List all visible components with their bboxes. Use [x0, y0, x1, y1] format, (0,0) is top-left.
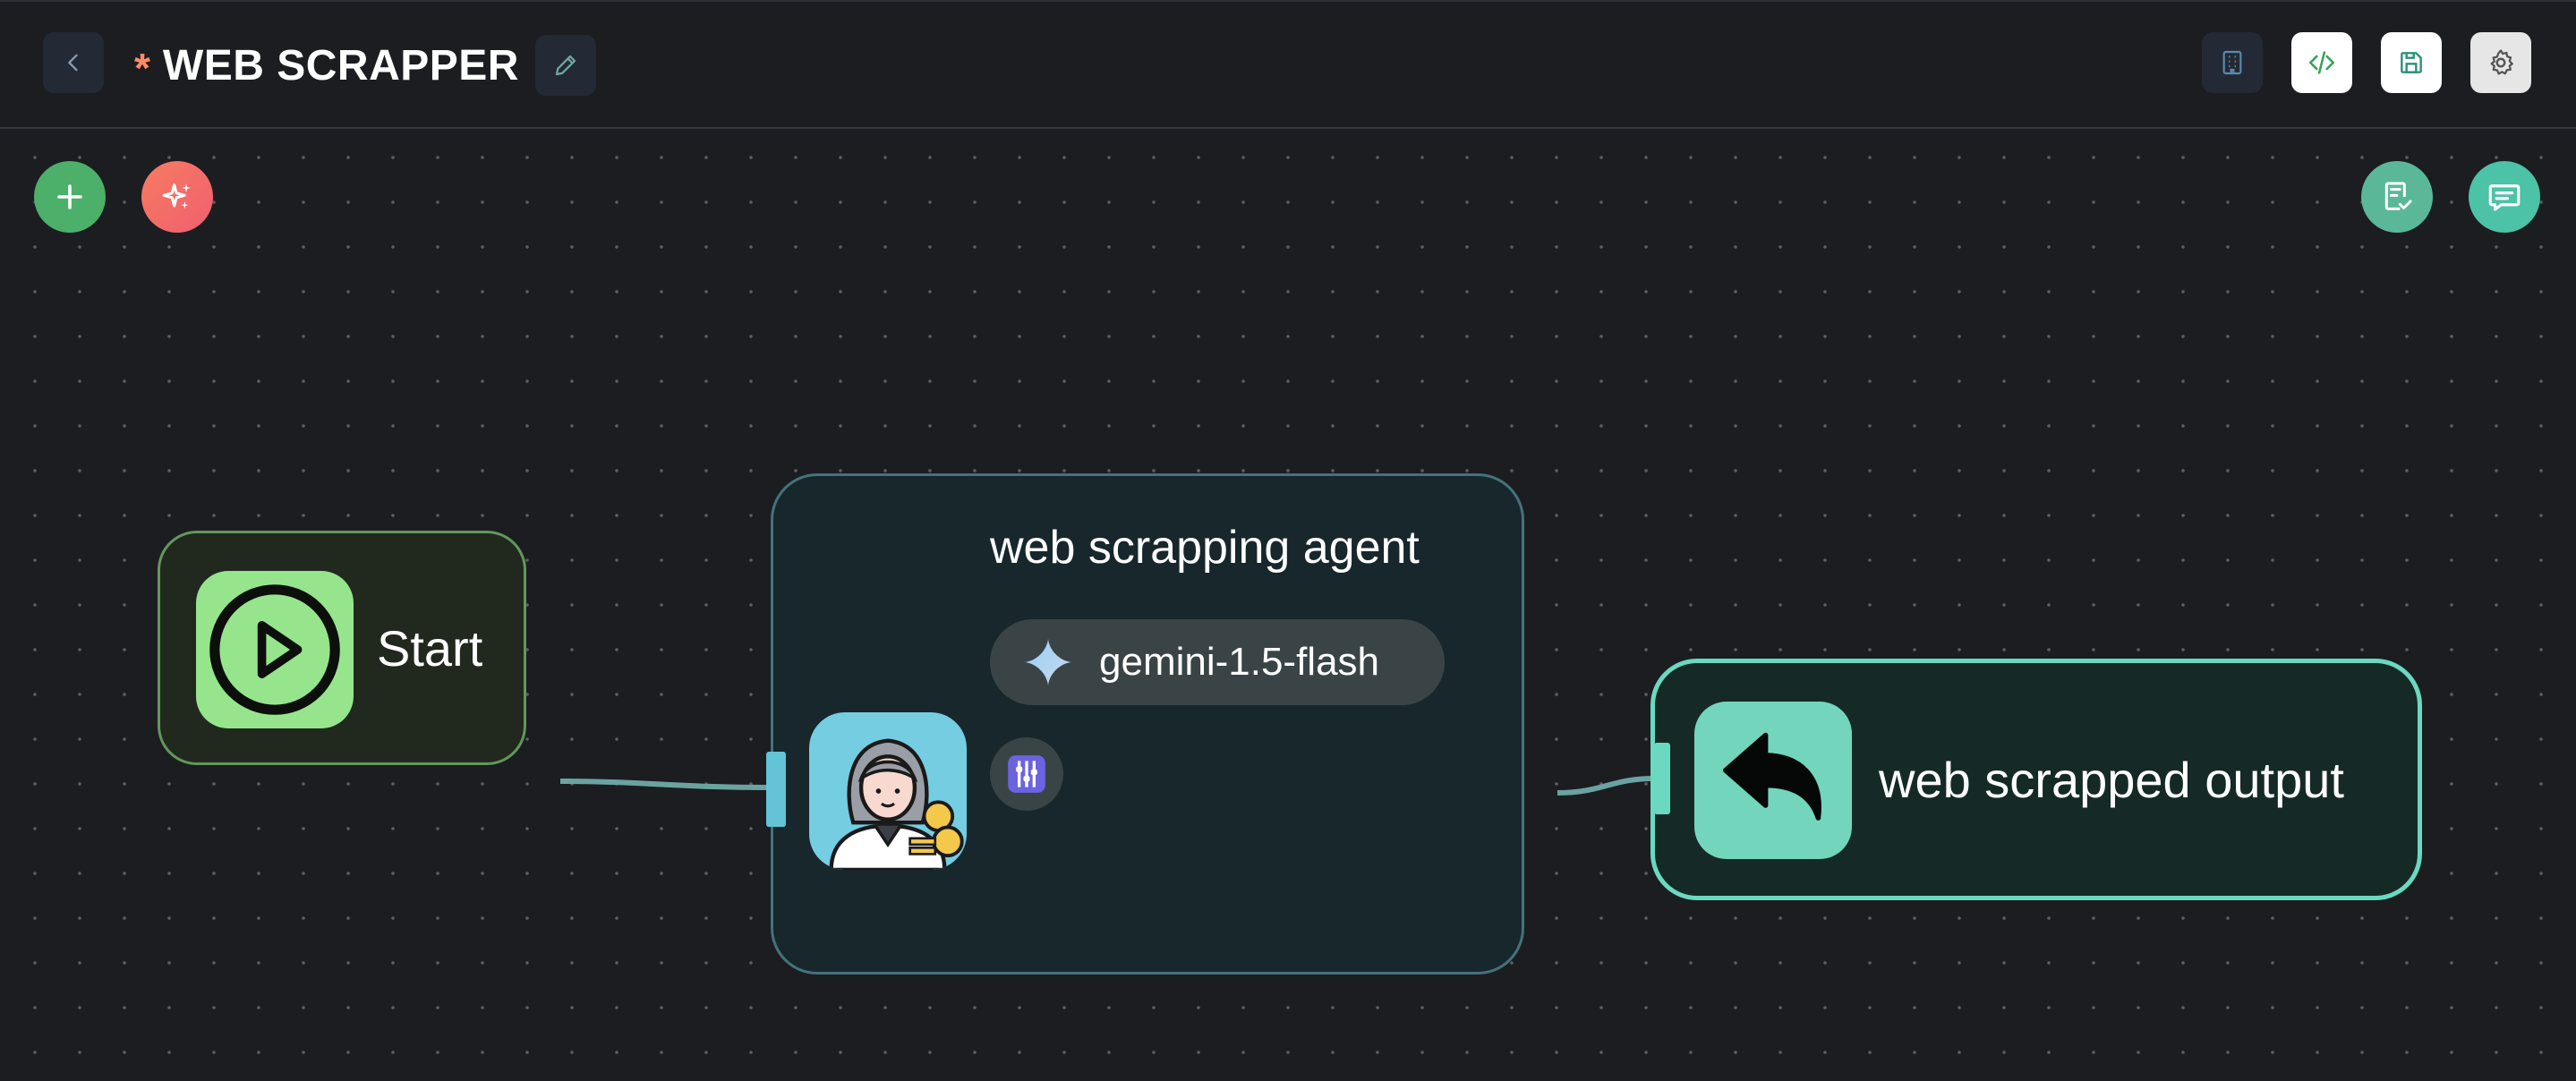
- building-icon: [2222, 50, 2242, 75]
- code-button[interactable]: [2291, 32, 2352, 93]
- agent-avatar-icon: [809, 712, 967, 870]
- chat-button[interactable]: [2469, 161, 2540, 233]
- sparkles-icon: [162, 183, 191, 209]
- ai-generate-button[interactable]: [141, 161, 213, 233]
- agent-node[interactable]: web scrapping agent gemini-1.5-flash: [771, 473, 1524, 975]
- pencil-icon: [555, 55, 576, 76]
- unsaved-indicator: *: [134, 45, 150, 91]
- organization-button[interactable]: [2202, 32, 2263, 93]
- page-title: WEB SCRAPPER: [162, 41, 519, 89]
- output-input-handle[interactable]: [1654, 743, 1670, 814]
- agent-settings-button[interactable]: [990, 737, 1063, 811]
- add-node-button[interactable]: [34, 161, 106, 233]
- start-node-label: Start: [377, 619, 483, 677]
- code-icon: [2308, 51, 2335, 74]
- sliders-icon: [1008, 755, 1045, 793]
- save-icon: [2401, 52, 2422, 73]
- agent-node-title: web scrapping agent: [990, 522, 1420, 574]
- output-node-icon: [1694, 702, 1852, 859]
- output-node[interactable]: web scrapped output: [1651, 659, 2422, 900]
- play-icon: [209, 584, 340, 715]
- back-button[interactable]: [43, 32, 104, 93]
- title-group: * WEB SCRAPPER: [134, 35, 596, 96]
- edit-title-button[interactable]: [534, 35, 596, 96]
- save-button[interactable]: [2381, 32, 2442, 93]
- plus-icon: [57, 184, 82, 209]
- reply-arrow-icon: [1723, 732, 1821, 821]
- clipboard-check-icon: [2384, 182, 2412, 210]
- chat-icon: [2488, 184, 2521, 211]
- output-node-label: web scrapped output: [1879, 751, 2344, 808]
- agent-input-handle[interactable]: [766, 752, 786, 827]
- validate-button[interactable]: [2361, 161, 2433, 233]
- settings-button[interactable]: [2470, 32, 2531, 93]
- model-label: gemini-1.5-flash: [1099, 640, 1380, 684]
- top-bar: * WEB SCRAPPER: [0, 0, 2576, 129]
- gemini-sparkle-icon: [1025, 639, 1071, 685]
- start-node[interactable]: Start: [158, 531, 526, 765]
- gear-icon: [2490, 49, 2513, 75]
- model-selector[interactable]: gemini-1.5-flash: [990, 619, 1445, 705]
- chevron-left-icon: [68, 54, 78, 72]
- start-node-icon: [196, 571, 354, 728]
